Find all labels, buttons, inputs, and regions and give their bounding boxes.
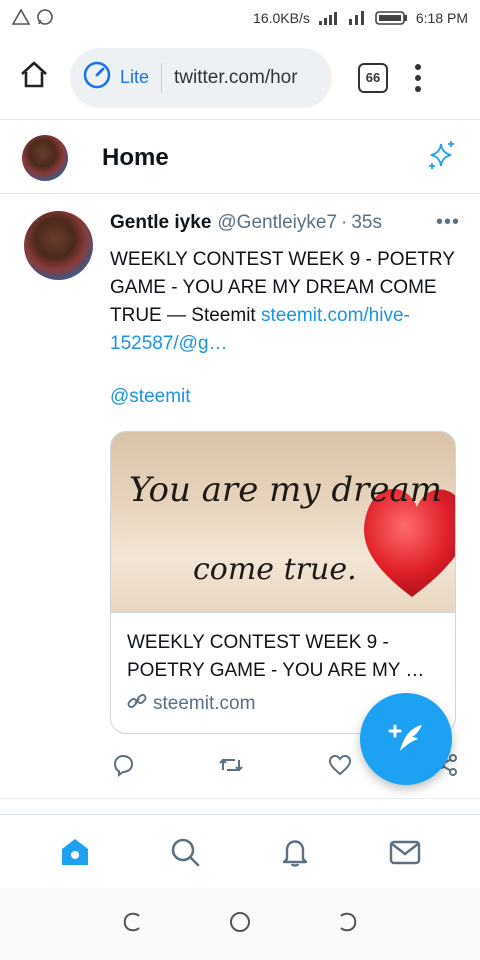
link-icon: [127, 691, 147, 717]
whatsapp-icon: [36, 8, 54, 29]
nav-search[interactable]: [155, 822, 215, 882]
link-preview-card[interactable]: You are my dream come true. WEEKLY CONTE…: [110, 431, 456, 734]
tweet-header: Gentle iyke @Gentleiyke7 · 35s •••: [110, 211, 460, 234]
card-domain-text: steemit.com: [153, 693, 256, 714]
tab-switcher-button[interactable]: 66: [358, 62, 388, 93]
home-icon: [62, 838, 88, 865]
tweet-text: WEEKLY CONTEST WEEK 9 - POETRY GAME - YO…: [110, 246, 460, 358]
profile-avatar[interactable]: [22, 134, 68, 181]
like-button[interactable]: [327, 752, 353, 783]
compose-feather-icon: [388, 724, 422, 751]
bell-icon: [282, 839, 308, 867]
heart-icon: [328, 754, 351, 776]
status-bar: 16.0KB/s 6:18 PM: [0, 0, 480, 36]
nav-home[interactable]: [45, 822, 105, 882]
nav-messages[interactable]: [375, 822, 435, 882]
top-tweets-button[interactable]: [424, 138, 458, 177]
sparkle-icon: [424, 141, 458, 176]
system-navigation: [0, 888, 480, 960]
battery-icon: [374, 10, 408, 26]
back-button[interactable]: [335, 910, 359, 939]
tweet-time[interactable]: 35s: [351, 212, 382, 234]
bottom-navigation: [0, 814, 480, 888]
browser-home-button[interactable]: [12, 56, 56, 100]
card-image-text-2: come true.: [193, 552, 357, 587]
url-text: twitter.com/hor: [174, 66, 298, 88]
url-divider: [161, 62, 163, 93]
compose-tweet-button[interactable]: [360, 693, 452, 785]
browser-menu-button[interactable]: [414, 63, 422, 92]
more-options-button[interactable]: •••: [436, 211, 460, 234]
search-icon: [171, 838, 200, 866]
timeline-header: Home: [0, 122, 480, 194]
retweet-icon: [219, 758, 244, 772]
address-bar[interactable]: Lite twitter.com/hor: [70, 47, 332, 108]
reply-button[interactable]: [110, 752, 136, 783]
tweet-author-avatar[interactable]: [24, 211, 93, 280]
recents-icon: [124, 912, 141, 931]
card-image-text-1: You are my dream: [129, 470, 443, 510]
signal-icon: [318, 10, 340, 26]
warning-icon: [11, 7, 31, 28]
back-icon: [339, 912, 356, 931]
tweet-body: Gentle iyke @Gentleiyke7 · 35s ••• WEEKL…: [110, 211, 460, 408]
signal-2-icon: [348, 10, 366, 26]
nav-notifications[interactable]: [265, 822, 325, 882]
speedometer-icon: [82, 60, 112, 95]
clock: 6:18 PM: [415, 10, 468, 26]
lite-mode-label: Lite: [120, 67, 150, 87]
browser-toolbar: Lite twitter.com/hor 66: [0, 36, 480, 120]
envelope-icon: [389, 840, 421, 864]
network-speed: 16.0KB/s: [253, 10, 310, 26]
page-title: Home: [102, 143, 169, 171]
tweet-mention[interactable]: @steemit: [110, 386, 460, 408]
home-icon: [19, 61, 49, 94]
card-title: WEEKLY CONTEST WEEK 9 - POETRY GAME - YO…: [127, 632, 425, 681]
recents-button[interactable]: [121, 910, 145, 939]
author-handle[interactable]: @Gentleiyke7: [217, 212, 337, 234]
retweet-button[interactable]: [217, 752, 245, 783]
card-image: You are my dream come true.: [111, 432, 455, 613]
author-name[interactable]: Gentle iyke: [110, 212, 211, 234]
home-system-button[interactable]: [228, 910, 252, 939]
circle-home-icon: [229, 911, 250, 932]
separator: ·: [341, 211, 348, 233]
reply-icon: [113, 754, 134, 777]
